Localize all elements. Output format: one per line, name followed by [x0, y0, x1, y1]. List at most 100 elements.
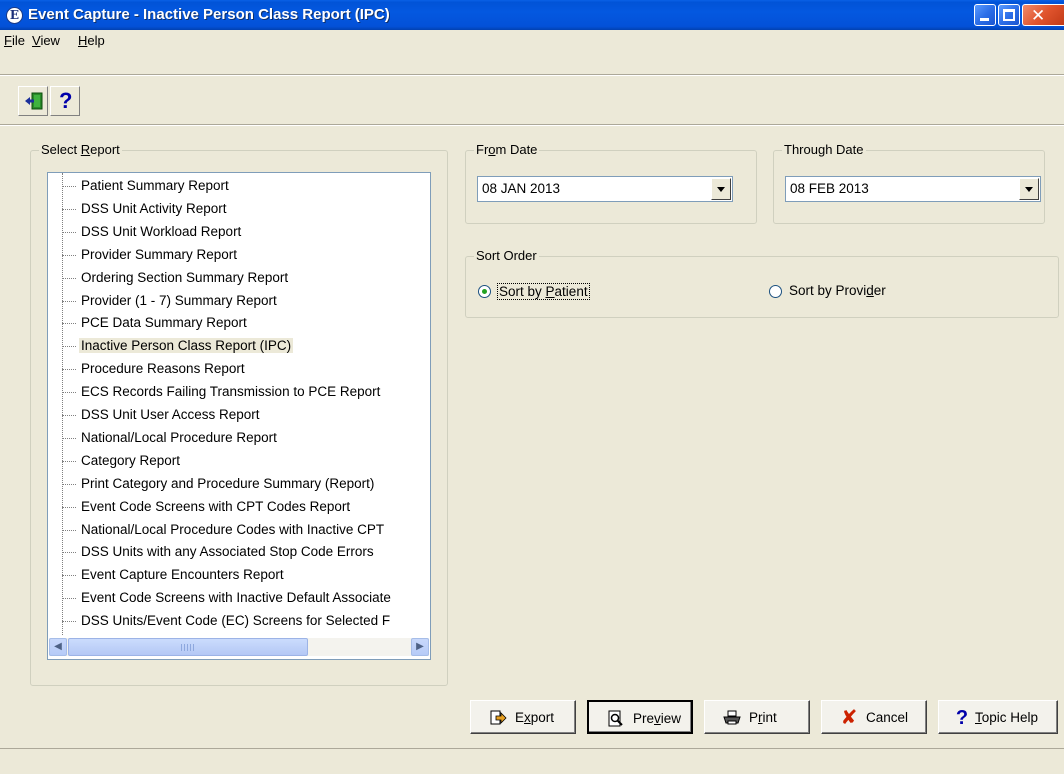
export-label: Export: [515, 710, 555, 725]
tree-connector-branch: [62, 575, 76, 577]
tree-connector-branch: [62, 369, 76, 371]
report-tree[interactable]: Patient Summary Report DSS Unit Activity …: [47, 172, 431, 660]
tree-item-label: DSS Unit Activity Report: [81, 200, 227, 216]
cancel-button[interactable]: ✘ Cancel: [821, 700, 927, 734]
through-date-dropdown-button[interactable]: [1019, 178, 1039, 200]
through-date-combo[interactable]: 08 FEB 2013: [785, 176, 1041, 202]
tree-connector-branch: [62, 529, 76, 531]
tree-item-label: ECS Records Failing Transmission to PCE …: [81, 384, 381, 400]
preview-label: Preview: [633, 711, 682, 726]
tree-connector-branch: [62, 437, 76, 439]
tree-item-label: DSS Unit Workload Report: [81, 223, 242, 239]
tree-connector-branch: [62, 552, 76, 554]
from-date-label: From Date: [474, 142, 540, 158]
tree-connector-branch: [62, 483, 76, 485]
through-date-label: Through Date: [782, 142, 866, 158]
tree-item-label: Patient Summary Report: [81, 178, 229, 193]
window-title: Event Capture - Inactive Person Class Re…: [28, 6, 390, 23]
title-bar[interactable]: E Event Capture - Inactive Person Class …: [0, 0, 1064, 30]
grip-icon: [181, 644, 195, 651]
tree-item-label: Provider Summary Report: [81, 246, 238, 262]
question-icon: ?: [955, 707, 969, 729]
tree-item-label: National/Local Procedure Report: [81, 429, 277, 445]
exit-toolbar-button[interactable]: [18, 86, 48, 116]
export-button[interactable]: Export: [470, 700, 576, 734]
tree-connector-branch: [62, 300, 76, 302]
preview-icon: [608, 710, 623, 727]
help-icon: ?: [59, 88, 73, 113]
chevron-right-icon: ▶: [416, 641, 424, 652]
from-date-dropdown-button[interactable]: [711, 178, 731, 200]
horizontal-scrollbar[interactable]: ◀ ▶: [49, 638, 429, 656]
tree-connector-branch: [62, 277, 76, 279]
chevron-down-icon: [717, 187, 725, 192]
help-toolbar-button[interactable]: ?: [50, 86, 80, 116]
tree-item-label: Inactive Person Class Report (IPC): [79, 338, 294, 354]
exit-door-icon: [25, 92, 43, 110]
tree-connector-branch: [62, 460, 76, 462]
tree-item-label: Provider (1 - 7) Summary Report: [81, 292, 277, 308]
tree-connector-branch: [62, 208, 76, 210]
sort-by-provider-label: Sort by Provider: [789, 283, 886, 298]
radio-unchecked-icon: [769, 285, 782, 298]
tree-item-label: Category Report: [81, 452, 181, 468]
preview-button[interactable]: Preview: [587, 700, 693, 734]
topic-help-button[interactable]: ? Topic Help: [938, 700, 1058, 734]
sort-by-patient-label: Sort by Patient: [497, 283, 590, 300]
tree-connector-branch: [62, 231, 76, 233]
tree-item-label: Event Code Screens with Inactive Default…: [81, 590, 391, 606]
print-label: Print: [749, 710, 777, 725]
tree-item-label: DSS Units with any Associated Stop Code …: [81, 544, 374, 560]
tree-connector: [62, 173, 63, 635]
tree-item-label: PCE Data Summary Report: [81, 315, 247, 331]
tree-item-label: Event Capture Encounters Report: [81, 567, 284, 583]
close-button[interactable]: ✕: [1022, 4, 1064, 26]
tree-item-label: DSS Units/Event Code (EC) Screens for Se…: [81, 613, 391, 629]
maximize-icon: [1003, 9, 1015, 21]
scroll-left-button[interactable]: ◀: [49, 638, 67, 656]
menu-bar: File View Help: [0, 30, 1064, 54]
tree-connector-branch: [62, 186, 76, 187]
from-date-value: 08 JAN 2013: [482, 181, 561, 196]
chevron-down-icon: [1025, 187, 1033, 192]
tree-connector-branch: [62, 254, 76, 256]
tree-item-label: Print Category and Procedure Summary (Re…: [81, 475, 375, 491]
menu-view[interactable]: View: [32, 33, 60, 48]
scroll-thumb[interactable]: [68, 638, 308, 656]
chevron-left-icon: ◀: [54, 641, 62, 652]
tree-item-label: National/Local Procedure Codes with Inac…: [81, 521, 385, 537]
menu-file[interactable]: File: [4, 33, 25, 48]
minimize-button[interactable]: [974, 4, 996, 26]
menu-help[interactable]: Help: [78, 33, 105, 48]
printer-icon: [723, 710, 741, 725]
tree-item-label: Ordering Section Summary Report: [81, 269, 289, 285]
scroll-right-button[interactable]: ▶: [411, 638, 429, 656]
tree-connector-branch: [62, 621, 76, 623]
tree-connector-branch: [62, 415, 76, 416]
tree-connector-branch: [62, 346, 76, 348]
tree-item-label: DSS Unit User Access Report: [81, 407, 260, 422]
app-icon: E: [6, 7, 23, 24]
tree-item-label: Procedure Reasons Report: [81, 361, 245, 377]
print-button[interactable]: Print: [704, 700, 810, 734]
toolbar: ?: [0, 76, 1064, 118]
radio-checked-icon: [478, 285, 491, 298]
maximize-button[interactable]: [998, 4, 1020, 26]
tree-connector-branch: [62, 598, 76, 600]
topic-help-label: Topic Help: [975, 710, 1039, 725]
select-report-label: Select Report: [39, 142, 122, 158]
sort-order-label: Sort Order: [474, 248, 539, 264]
tree-item-label: Event Code Screens with CPT Codes Report: [81, 498, 351, 514]
x-icon: ✘: [840, 707, 858, 729]
tree-connector-branch: [62, 323, 76, 325]
from-date-combo[interactable]: 08 JAN 2013: [477, 176, 733, 202]
minimize-icon: [980, 18, 989, 21]
cancel-label: Cancel: [866, 710, 909, 725]
toolbar-separator: [0, 124, 1064, 126]
tree-connector-branch: [62, 506, 76, 508]
tree-connector-branch: [62, 392, 76, 394]
close-icon: ✕: [1031, 6, 1046, 25]
export-icon: [490, 710, 507, 725]
through-date-value: 08 FEB 2013: [790, 181, 869, 196]
status-bar: [0, 748, 1064, 774]
